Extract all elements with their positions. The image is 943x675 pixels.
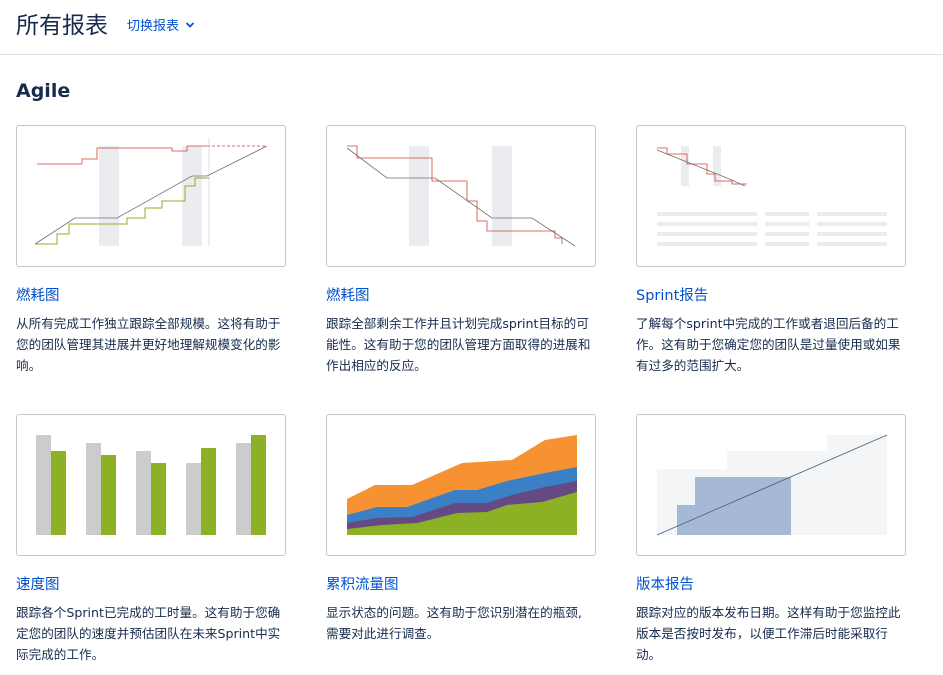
report-description-version: 跟踪对应的版本发布日期。这样有助于您监控此版本是否按时发布，以便工作滞后时能采取… — [636, 605, 901, 662]
report-thumbnail-burndown[interactable] — [326, 125, 596, 267]
report-description-sprint: 了解每个sprint中完成的工作或者退回后备的工作。这有助于您确定您的团队是过量… — [636, 316, 901, 373]
report-description-velocity: 跟踪各个Sprint已完成的工时量。这有助于您确定您的团队的速度并预估团队在未来… — [16, 605, 281, 662]
burndown-chart-icon — [346, 145, 576, 247]
report-description-cumulative-flow: 显示状态的问题。这有助于您识别潜在的瓶颈, 需要对此进行调查。 — [326, 605, 582, 641]
report-thumbnail-sprint[interactable] — [636, 125, 906, 267]
cumulative-flow-chart-icon — [347, 435, 577, 535]
report-title-burndown[interactable]: 燃耗图 — [326, 284, 370, 305]
switch-report-label: 切换报表 — [127, 19, 180, 34]
report-thumbnail-cumulative-flow[interactable] — [326, 414, 596, 556]
burnup-chart-icon — [34, 138, 268, 246]
report-title-burnup[interactable]: 燃耗图 — [16, 284, 60, 305]
chevron-down-icon — [185, 21, 195, 28]
report-title-cumulative-flow[interactable]: 累积流量图 — [326, 573, 399, 594]
sprint-report-icon — [656, 146, 887, 246]
velocity-chart-icon — [36, 435, 266, 535]
report-title-sprint[interactable]: Sprint报告 — [636, 284, 708, 305]
switch-report-dropdown[interactable]: 切换报表 — [127, 15, 195, 34]
section-title-agile: Agile — [16, 80, 71, 102]
report-title-version[interactable]: 版本报告 — [636, 573, 694, 594]
report-thumbnail-version[interactable] — [636, 414, 906, 556]
page-header: 所有报表 切换报表 — [0, 0, 943, 55]
report-title-velocity[interactable]: 速度图 — [16, 573, 60, 594]
report-description-burnup: 从所有完成工作独立跟踪全部规模。这将有助于您的团队管理其进展并更好地理解规模变化… — [16, 316, 281, 373]
report-thumbnail-burnup[interactable] — [16, 125, 286, 267]
page-title: 所有报表 — [16, 13, 108, 39]
report-description-burndown: 跟踪全部剩余工作并且计划完成sprint目标的可能性。这有助于您的团队管理方面取… — [326, 316, 591, 373]
version-report-icon — [656, 434, 888, 536]
report-thumbnail-velocity[interactable] — [16, 414, 286, 556]
